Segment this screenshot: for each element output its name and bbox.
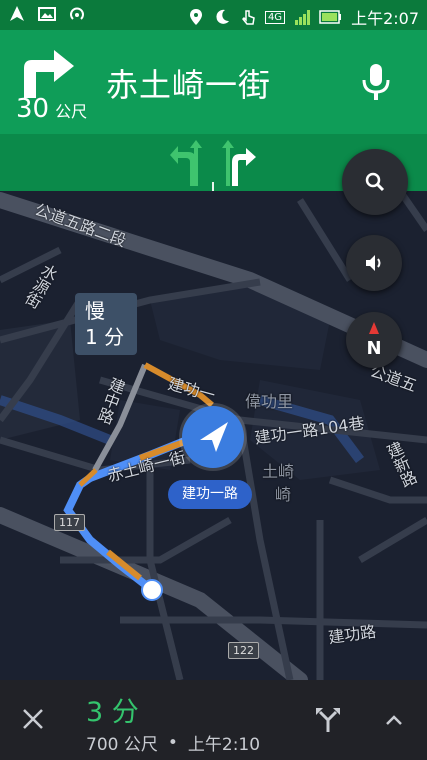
trip-details: 700 公尺 • 上午2:10	[86, 730, 261, 756]
status-left-icons	[8, 5, 86, 23]
volume-icon	[366, 255, 381, 271]
map-label: 崎	[275, 485, 292, 504]
trip-summary-bar[interactable]: 3 分 700 公尺 • 上午2:10	[0, 680, 427, 760]
delay-label: 1 分	[85, 325, 125, 349]
search-icon	[365, 172, 385, 192]
route-shield: 122	[228, 642, 259, 659]
compass-icon: N	[366, 322, 382, 359]
route-shield: 117	[54, 514, 85, 531]
battery-icon	[319, 10, 342, 24]
moon-icon	[216, 9, 229, 24]
arrival-time: 上午2:10	[187, 735, 261, 755]
route-waypoint	[141, 579, 163, 601]
touch-icon	[241, 10, 255, 25]
sound-button[interactable]	[346, 235, 402, 291]
separator-dot: •	[167, 732, 178, 753]
current-location-marker	[182, 406, 244, 468]
next-street-name: 赤土崎一街	[106, 66, 272, 104]
distance-unit: 公尺	[55, 102, 88, 121]
map-label: 土崎	[262, 462, 295, 481]
lane-divider	[212, 182, 214, 191]
image-icon	[38, 7, 56, 21]
map-label: 偉功里	[245, 392, 294, 411]
status-bar: 4G 上午2:07	[0, 0, 427, 30]
mic-icon[interactable]	[361, 62, 391, 102]
lte-icon: 4G	[264, 10, 286, 24]
compass-letter: N	[366, 338, 381, 359]
location-icon	[189, 9, 202, 25]
current-road-pill: 建功一路	[168, 480, 252, 509]
slow-label: 慢	[85, 299, 105, 323]
turn-right-lane-icon	[222, 140, 256, 186]
signal-icon	[295, 10, 311, 25]
chevron-up-icon[interactable]	[384, 712, 404, 728]
compass-button[interactable]: N	[346, 312, 402, 368]
distance-value: 30	[16, 94, 50, 124]
close-icon[interactable]	[22, 708, 44, 730]
navigation-arrow-icon	[200, 422, 228, 452]
turn-left-lane-icon	[170, 140, 202, 186]
trip-distance: 700 公尺	[86, 735, 158, 755]
search-button[interactable]	[342, 149, 408, 215]
turn-distance: 30 公尺	[16, 94, 87, 124]
alt-routes-icon[interactable]	[314, 706, 342, 734]
status-time: 上午2:07	[351, 9, 419, 28]
status-right-icons: 4G 上午2:07	[187, 5, 419, 29]
navigation-icon	[10, 6, 24, 21]
traffic-delay-badge: 慢 1 分	[75, 293, 137, 355]
eta-duration: 3 分	[86, 697, 139, 728]
hotspot-icon	[70, 7, 84, 20]
navigation-header[interactable]: 30 公尺 赤土崎一街	[0, 30, 427, 134]
